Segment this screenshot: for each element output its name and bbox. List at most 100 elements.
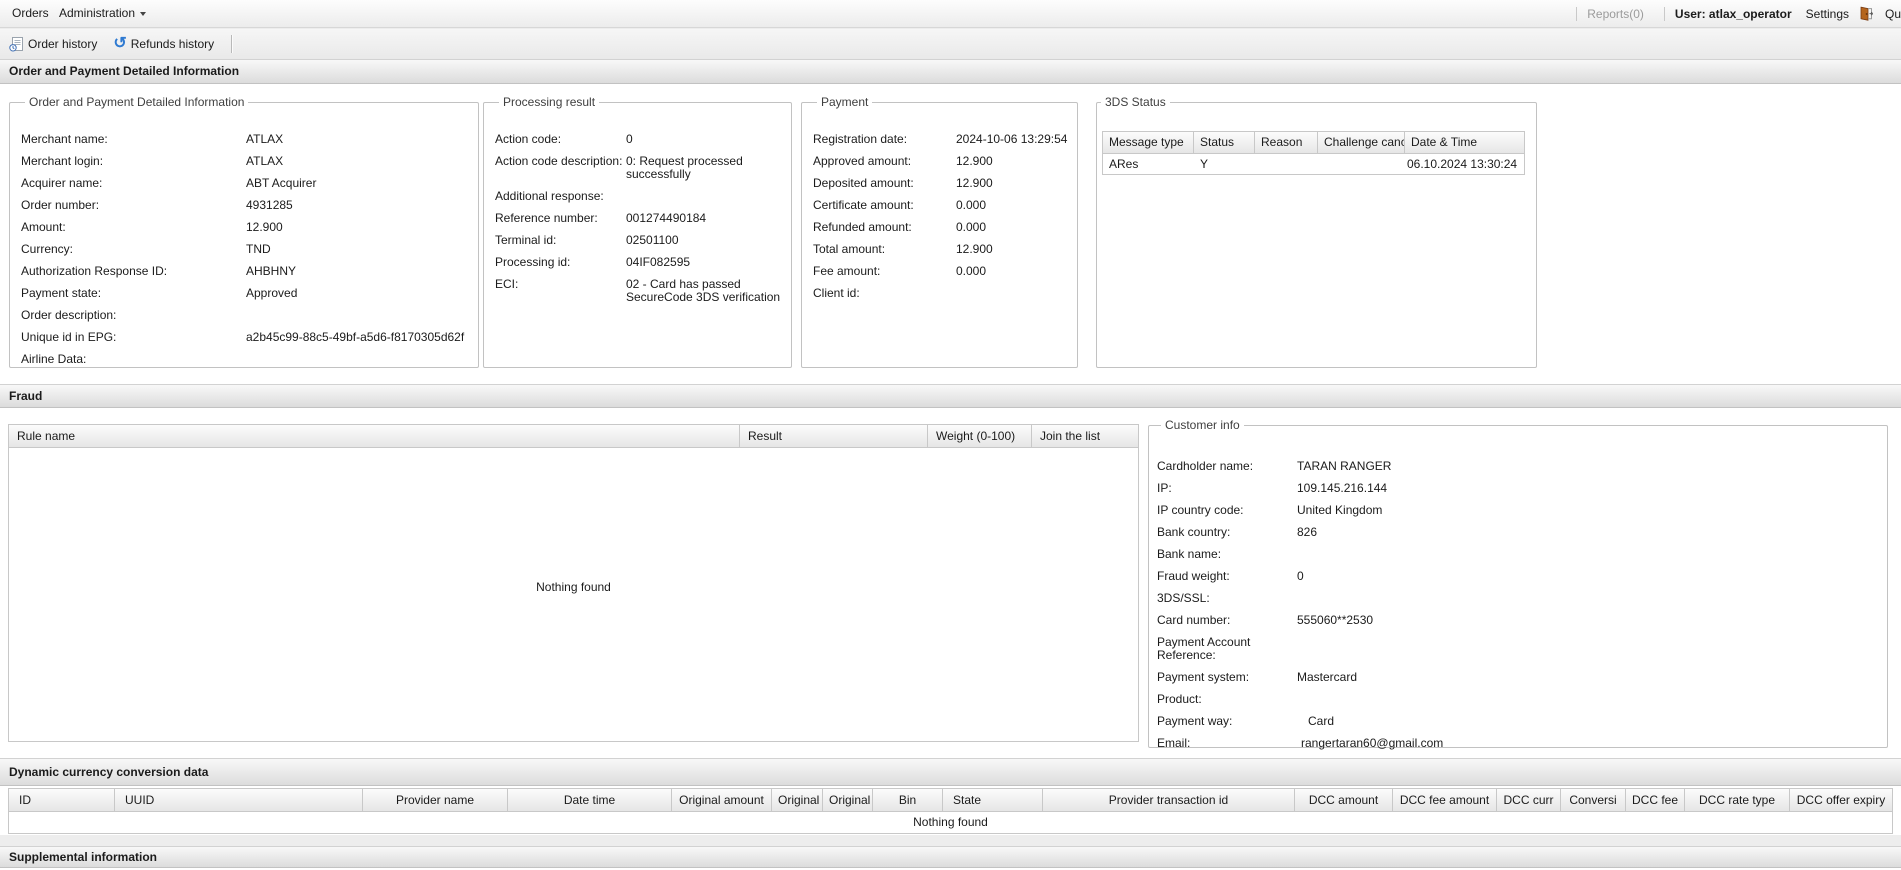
menu-settings[interactable]: Settings	[1806, 7, 1849, 21]
order-history-button[interactable]: Order history	[2, 32, 104, 56]
field-label: Deposited amount:	[813, 177, 956, 190]
field-label: Client id:	[813, 287, 956, 300]
col-dcc-currency: DCC curr	[1497, 788, 1561, 812]
field-label: Processing id:	[495, 256, 626, 269]
three-ds-fieldset: 3DS Status Message type Status Reason Ch…	[1096, 95, 1537, 368]
field-reference-number: Reference number:001274490184	[495, 212, 781, 225]
three-ds-legend: 3DS Status	[1101, 95, 1170, 109]
field-payment-system: Payment system:Mastercard	[1157, 671, 1877, 684]
field-merchant-name: Merchant name:ATLAX	[21, 133, 468, 146]
field-refunded-amount: Refunded amount:0.000	[813, 221, 1067, 234]
field-value: 04IF082595	[626, 256, 781, 269]
app-window: Orders Administration Reports(0) User: a…	[0, 0, 1901, 870]
refunds-history-label: Refunds history	[131, 37, 214, 51]
field-certificate-amount: Certificate amount:0.000	[813, 199, 1067, 212]
col-original-currency: Original c	[823, 788, 873, 812]
field-label: Terminal id:	[495, 234, 626, 247]
payment-legend: Payment	[817, 95, 872, 109]
field-order-description: Order description:	[21, 309, 468, 322]
field-ip: IP:109.145.216.144	[1157, 482, 1877, 495]
field-value: 0.000	[956, 199, 1067, 212]
field-label: Fee amount:	[813, 265, 956, 278]
menu-administration-label: Administration	[59, 6, 135, 20]
field-value: ATLAX	[246, 133, 468, 146]
field-label: Authorization Response ID:	[21, 265, 246, 278]
col-challenge-cancel: Challenge cancel	[1318, 131, 1405, 154]
field-value: 0: Request processed successfully	[626, 155, 781, 181]
field-action-code-description: Action code description:0: Request proce…	[495, 155, 781, 181]
menu-reports[interactable]: Reports(0)	[1587, 7, 1644, 21]
toolbar: Order history ↺ Refunds history	[0, 29, 1901, 59]
field-value: 12.900	[246, 221, 468, 234]
field-label: Bank name:	[1157, 548, 1297, 561]
field-unique-id-epg: Unique id in EPG:a2b45c99-88c5-49bf-a5d6…	[21, 331, 468, 344]
fraud-empty-text: Nothing found	[9, 580, 1138, 594]
field-label: Amount:	[21, 221, 246, 234]
main-panel: Order and Payment Detailed Information M…	[0, 84, 1901, 384]
col-result: Result	[740, 424, 928, 448]
col-dcc-offer-expiry: DCC offer expiry	[1790, 788, 1893, 812]
payment-state-value: Approved	[246, 287, 468, 300]
field-additional-response: Additional response:	[495, 190, 781, 203]
field-value: Card	[1297, 715, 1877, 728]
field-label: Merchant login:	[21, 155, 246, 168]
section-header-fraud: Fraud	[0, 384, 1901, 408]
field-label: IP country code:	[1157, 504, 1297, 517]
col-dcc-fee: DCC fee	[1626, 788, 1685, 812]
field-value: 109.145.216.144	[1297, 482, 1877, 495]
three-ds-row[interactable]: ARes Y 06.10.2024 13:30:24	[1102, 154, 1525, 175]
field-bank-country: Bank country:826	[1157, 526, 1877, 539]
field-label: Fraud weight:	[1157, 570, 1297, 583]
field-label: Email:	[1157, 737, 1297, 750]
menubar-separator	[1664, 7, 1665, 21]
menu-quit[interactable]: Qu	[1885, 7, 1901, 21]
field-value: 0	[1297, 570, 1877, 583]
field-label: Currency:	[21, 243, 246, 256]
field-value: 4931285	[246, 199, 468, 212]
field-label: Acquirer name:	[21, 177, 246, 190]
field-order-number: Order number:4931285	[21, 199, 468, 212]
field-fraud-weight: Fraud weight:0	[1157, 570, 1877, 583]
col-provider-transaction-id: Provider transaction id	[1043, 788, 1295, 812]
field-processing-id: Processing id:04IF082595	[495, 256, 781, 269]
field-value: 12.900	[956, 177, 1067, 190]
field-merchant-login: Merchant login:ATLAX	[21, 155, 468, 168]
field-label: Order number:	[21, 199, 246, 212]
col-original-amount: Original amount	[672, 788, 772, 812]
field-card-number: Card number:555060**2530	[1157, 614, 1877, 627]
field-payment-state: Payment state:Approved	[21, 287, 468, 300]
dcc-header-row: ID UUID Provider name Date time Original…	[8, 788, 1893, 812]
col-reason: Reason	[1255, 131, 1318, 154]
menu-orders[interactable]: Orders	[12, 0, 49, 27]
field-value: 2024-10-06 13:29:54	[956, 133, 1067, 146]
dcc-panel: ID UUID Provider name Date time Original…	[0, 786, 1901, 835]
field-label: Airline Data:	[21, 353, 246, 366]
field-label: Total amount:	[813, 243, 956, 256]
field-product: Product:	[1157, 693, 1877, 706]
field-value: 12.900	[956, 243, 1067, 256]
field-terminal-id: Terminal id:02501100	[495, 234, 781, 247]
refunds-history-button[interactable]: ↺ Refunds history	[106, 32, 221, 56]
field-fee-amount: Fee amount:0.000	[813, 265, 1067, 278]
field-ip-country-code: IP country code:United Kingdom	[1157, 504, 1877, 517]
col-date-time: Date & Time	[1405, 131, 1525, 154]
field-deposited-amount: Deposited amount:12.900	[813, 177, 1067, 190]
field-value: 12.900	[956, 155, 1067, 168]
chevron-down-icon	[140, 12, 146, 16]
field-label: Payment way:	[1157, 715, 1297, 728]
order-info-legend: Order and Payment Detailed Information	[25, 95, 248, 109]
menu-administration[interactable]: Administration	[59, 0, 146, 27]
field-value: 02 - Card has passed SecureCode 3DS veri…	[626, 278, 781, 304]
order-history-icon	[9, 36, 24, 52]
cell-date-time: 06.10.2024 13:30:24	[1405, 154, 1524, 174]
field-email: Email:rangertaran60@gmail.com	[1157, 737, 1877, 750]
logout-door-icon[interactable]	[1858, 6, 1875, 22]
payment-fieldset: Payment Registration date:2024-10-06 13:…	[801, 95, 1078, 368]
menubar: Orders Administration Reports(0) User: a…	[0, 0, 1901, 28]
col-join-the-list: Join the list	[1032, 424, 1139, 448]
field-payment-account-reference: Payment Account Reference:	[1157, 636, 1877, 662]
field-acquirer-name: Acquirer name:ABT Acquirer	[21, 177, 468, 190]
field-label: Cardholder name:	[1157, 460, 1297, 473]
field-label: Action code:	[495, 133, 626, 146]
cell-challenge-cancel	[1318, 154, 1405, 174]
